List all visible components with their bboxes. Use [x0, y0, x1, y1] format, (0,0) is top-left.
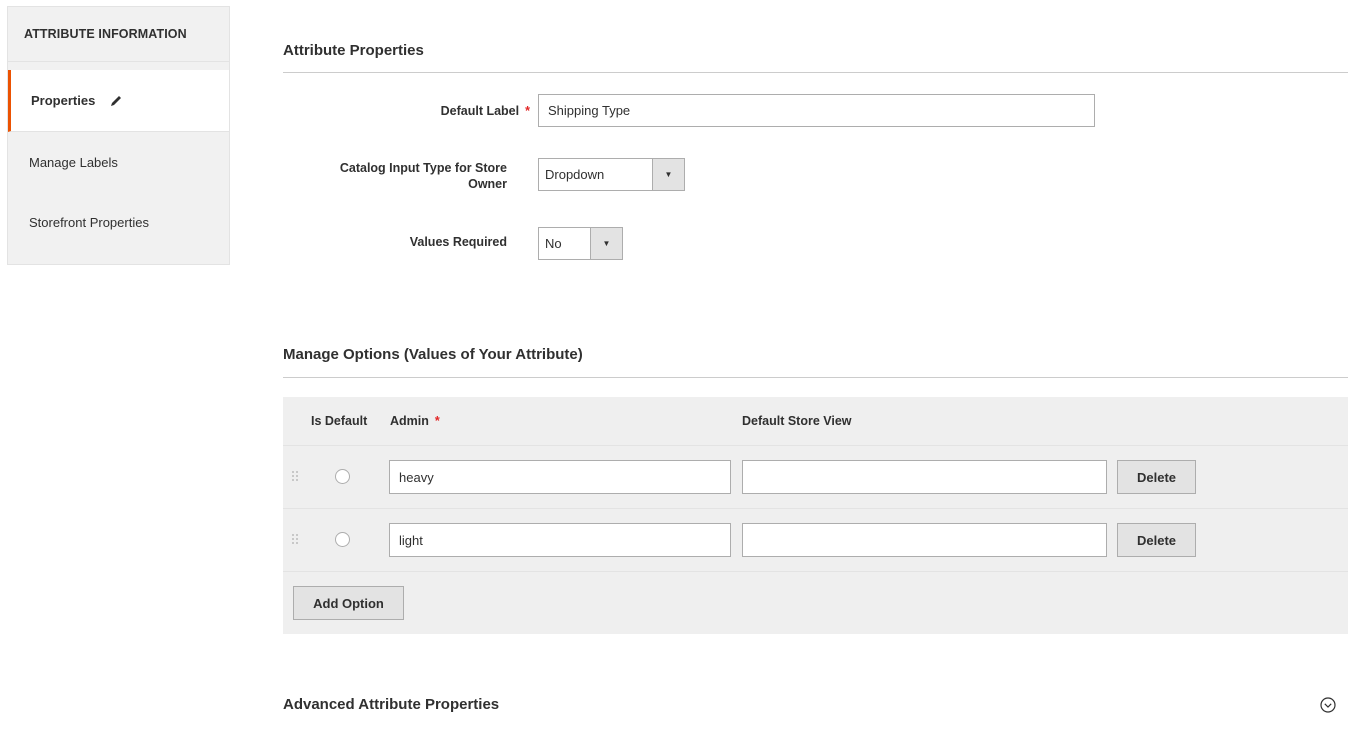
catalog-input-type-select[interactable]: Dropdown ▼	[538, 158, 685, 191]
default-label-label: Default Label *	[440, 104, 530, 118]
is-default-radio[interactable]	[335, 469, 350, 484]
section-divider	[283, 72, 1348, 73]
default-label-input[interactable]	[538, 94, 1095, 127]
admin-value-input[interactable]	[389, 523, 731, 557]
catalog-input-type-label: Catalog Input Type for Store Owner	[339, 161, 507, 191]
drag-handle-icon[interactable]	[292, 471, 300, 483]
select-value: No	[545, 236, 562, 251]
column-header-default-store-view: Default Store View	[742, 414, 852, 428]
column-header-is-default: Is Default	[311, 414, 368, 428]
drag-handle-icon[interactable]	[292, 534, 300, 546]
chevron-down-circle-icon[interactable]	[1320, 697, 1336, 713]
column-header-admin: Admin *	[390, 414, 440, 428]
sidebar-title: ATTRIBUTE INFORMATION	[8, 7, 229, 62]
attribute-properties-title: Attribute Properties	[283, 42, 424, 59]
is-default-radio[interactable]	[335, 532, 350, 547]
row-divider	[283, 571, 1348, 572]
values-required-label: Values Required	[409, 235, 507, 249]
sidebar-item-properties[interactable]: Properties	[8, 70, 229, 132]
manage-options-title: Manage Options (Values of Your Attribute…	[283, 346, 583, 363]
sidebar-item-label: Manage Labels	[29, 154, 118, 170]
delete-option-button[interactable]: Delete	[1117, 460, 1196, 494]
pencil-icon	[109, 94, 123, 108]
sidebar-item-label: Properties	[31, 93, 96, 108]
admin-value-input[interactable]	[389, 460, 731, 494]
attribute-information-sidebar: ATTRIBUTE INFORMATION Properties Manage …	[7, 6, 230, 265]
options-table	[283, 397, 1348, 634]
row-divider	[283, 445, 1348, 446]
select-value: Dropdown	[545, 167, 605, 182]
add-option-button[interactable]: Add Option	[293, 586, 404, 620]
values-required-select[interactable]: No ▼	[538, 227, 623, 260]
delete-option-button[interactable]: Delete	[1117, 523, 1196, 557]
sidebar-item-label: Storefront Properties	[29, 214, 149, 230]
sidebar-item-storefront-properties[interactable]: Storefront Properties	[8, 192, 229, 252]
chevron-down-icon: ▼	[590, 228, 622, 259]
chevron-down-icon: ▼	[652, 159, 684, 190]
store-view-value-input[interactable]	[742, 523, 1107, 557]
section-divider	[283, 377, 1348, 378]
advanced-attribute-properties-title[interactable]: Advanced Attribute Properties	[283, 696, 499, 713]
row-divider	[283, 508, 1348, 509]
sidebar-item-manage-labels[interactable]: Manage Labels	[8, 132, 229, 192]
store-view-value-input[interactable]	[742, 460, 1107, 494]
